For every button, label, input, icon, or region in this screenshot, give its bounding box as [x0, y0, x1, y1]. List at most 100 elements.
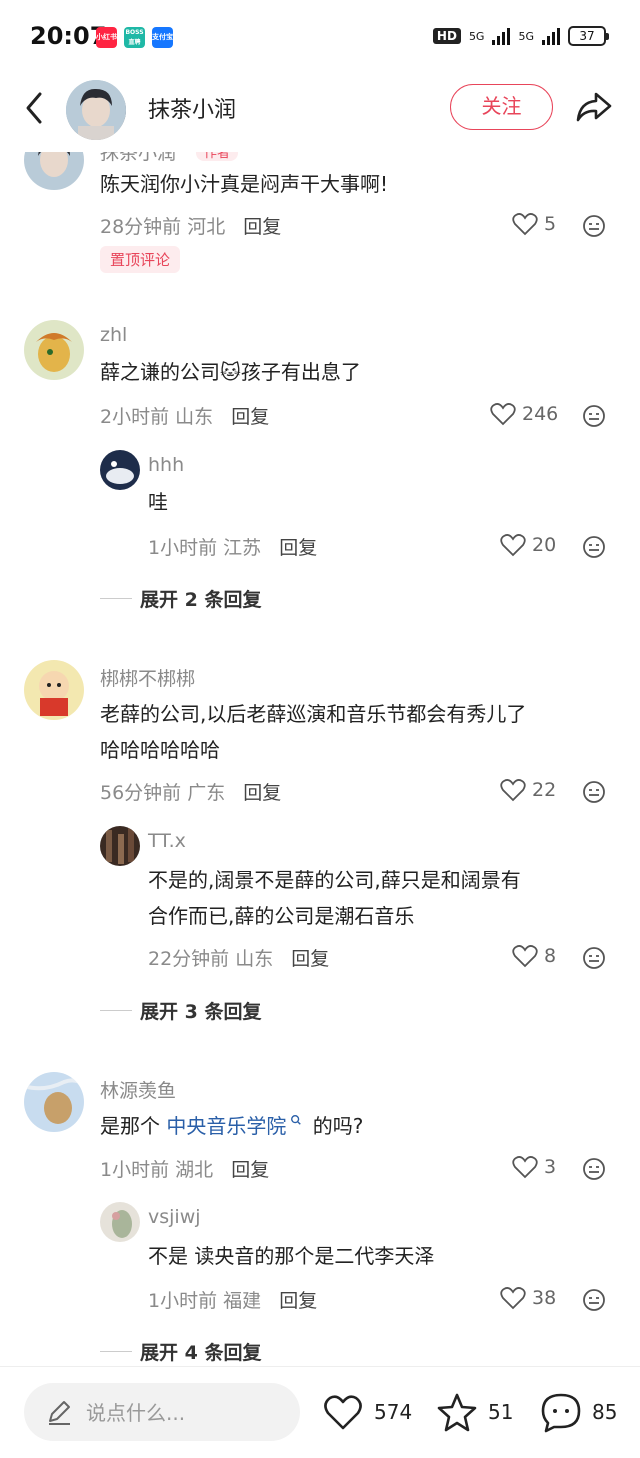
heart-icon [512, 1156, 538, 1179]
heart-icon [512, 213, 538, 236]
expand-replies-button[interactable]: 展开 4 条回复 [100, 1338, 261, 1365]
chat-bubble-icon [541, 1393, 581, 1433]
reply-user-name[interactable]: vsjiwj [148, 1206, 201, 1228]
emoji-reaction-icon[interactable] [582, 1288, 606, 1312]
like-button[interactable]: 22 [500, 778, 556, 802]
pencil-icon [49, 1401, 70, 1425]
like-button[interactable]: 38 [500, 1286, 556, 1310]
expand-replies-label: 展开 2 条回复 [140, 589, 262, 611]
comment-time: 2小时前 [100, 406, 170, 428]
author-name[interactable]: 抹茶小润 [148, 92, 236, 124]
signal-icon [492, 27, 511, 45]
reply-avatar[interactable] [100, 1202, 140, 1242]
reply-location: 福建 [223, 1290, 262, 1312]
share-icon[interactable] [574, 86, 614, 126]
reply-button[interactable]: 回复 [231, 406, 269, 428]
expand-replies-button[interactable]: 展开 2 条回复 [100, 585, 261, 612]
reply-button[interactable]: 回复 [279, 1290, 317, 1312]
reply-avatar[interactable] [100, 450, 140, 490]
reply-button[interactable]: 回复 [231, 1159, 269, 1181]
expand-replies-button[interactable]: 展开 3 条回复 [100, 997, 261, 1024]
commenter-avatar[interactable] [24, 1072, 84, 1132]
divider [100, 1010, 132, 1011]
emoji-reaction-icon[interactable] [582, 214, 606, 238]
like-button[interactable]: 8 [512, 944, 556, 968]
comment-text: 是那个 中央音乐学院 的吗? [100, 1108, 363, 1144]
commenter-avatar[interactable] [24, 660, 84, 720]
pinned-comment-badge: 置顶评论 [100, 246, 181, 273]
comment-location: 河北 [187, 216, 226, 238]
network-5g-label: 5G [468, 29, 485, 43]
like-button[interactable]: 5 [512, 212, 556, 236]
follow-button[interactable]: 关注 [450, 84, 553, 130]
comments-button[interactable]: 85 [540, 1391, 617, 1433]
emoji-reaction-icon[interactable] [582, 1157, 606, 1181]
author-badge: 作者 [196, 152, 239, 161]
comment-input-placeholder: 说点什么... [86, 1401, 186, 1425]
comment-time: 56分钟前 [100, 782, 182, 804]
comment-location: 山东 [175, 406, 214, 428]
reply-button[interactable]: 回复 [243, 216, 281, 238]
hd-icon: HD [432, 28, 461, 44]
reply-button[interactable]: 回复 [279, 537, 317, 559]
expand-replies-label: 展开 4 条回复 [140, 1342, 262, 1364]
commenter-name[interactable]: 梆梆不梆梆 [100, 664, 195, 691]
reply-text: 不是 读央音的那个是二代李天泽 [148, 1244, 435, 1268]
commenter-name[interactable]: 抹茶小润 [100, 152, 176, 165]
emoji-reaction-icon[interactable] [582, 404, 606, 428]
like-button[interactable]: 246 [490, 402, 558, 426]
like-count: 246 [522, 403, 559, 425]
bottom-action-bar: 说点什么... 574 51 85 [0, 1366, 640, 1458]
search-icon[interactable] [290, 1114, 302, 1126]
network-5g-label-2: 5G [518, 29, 534, 43]
like-button[interactable]: 20 [500, 533, 556, 557]
comment-time: 1小时前 [100, 1159, 170, 1181]
commenter-name[interactable]: zhl [100, 324, 127, 346]
emoji-reaction-icon[interactable] [582, 535, 606, 559]
reply-meta: 1小时前 江苏 回复 [148, 533, 317, 560]
like-button[interactable]: 3 [512, 1155, 556, 1179]
like-count: 38 [532, 1287, 557, 1309]
commenter-avatar[interactable] [24, 320, 84, 380]
status-bar: 20:07 小红书 BOSS直聘 支付宝 HD 5G 5G 37 [0, 0, 640, 76]
reply-user-name[interactable]: hhh [148, 454, 184, 476]
comment-text-line2: 哈哈哈哈哈哈 [100, 738, 220, 762]
comment-text-post: 的吗? [306, 1114, 364, 1138]
signal-icon-2 [542, 27, 560, 45]
comment-meta: 56分钟前 广东 回复 [100, 778, 281, 805]
comment-text: 陈天润你小汁真是闷声干大事啊! [100, 172, 389, 196]
topic-link[interactable]: 中央音乐学院 [166, 1114, 286, 1138]
emoji-reaction-icon[interactable] [582, 780, 606, 804]
like-count: 22 [532, 779, 557, 801]
reply-user-name[interactable]: TT.x [148, 830, 186, 852]
author-avatar[interactable] [66, 80, 126, 140]
boss-icon: BOSS直聘 [124, 27, 145, 48]
commenter-avatar[interactable] [24, 152, 84, 190]
comment-meta: 1小时前 湖北 回复 [100, 1155, 269, 1182]
star-icon [437, 1393, 477, 1432]
like-count: 20 [532, 534, 557, 556]
emoji-reaction-icon[interactable] [582, 946, 606, 970]
reply-text-line2: 合作而已,薛的公司是潮石音乐 [148, 904, 415, 928]
reply-time: 1小时前 [148, 537, 218, 559]
comment-time: 28分钟前 [100, 216, 182, 238]
like-count: 5 [544, 213, 557, 235]
commenter-name[interactable]: 林源羡鱼 [100, 1076, 176, 1103]
comment-input[interactable]: 说点什么... [24, 1383, 300, 1441]
heart-icon [500, 534, 526, 557]
heart-icon [512, 945, 538, 968]
comment-meta: 28分钟前 河北 回复 [100, 212, 281, 239]
collect-button[interactable]: 51 [436, 1391, 513, 1433]
like-note-button[interactable]: 574 [322, 1391, 412, 1433]
comment-count: 85 [592, 1400, 618, 1424]
back-arrow-icon[interactable] [20, 90, 48, 126]
like-count: 8 [544, 945, 557, 967]
xiaohongshu-icon: 小红书 [96, 27, 117, 48]
heart-icon [490, 403, 516, 426]
reply-button[interactable]: 回复 [243, 782, 281, 804]
heart-icon [500, 779, 526, 802]
reply-avatar[interactable] [100, 826, 140, 866]
comment-text-pre: 是那个 [100, 1114, 167, 1138]
reply-button[interactable]: 回复 [291, 948, 329, 970]
expand-replies-label: 展开 3 条回复 [140, 1001, 262, 1023]
